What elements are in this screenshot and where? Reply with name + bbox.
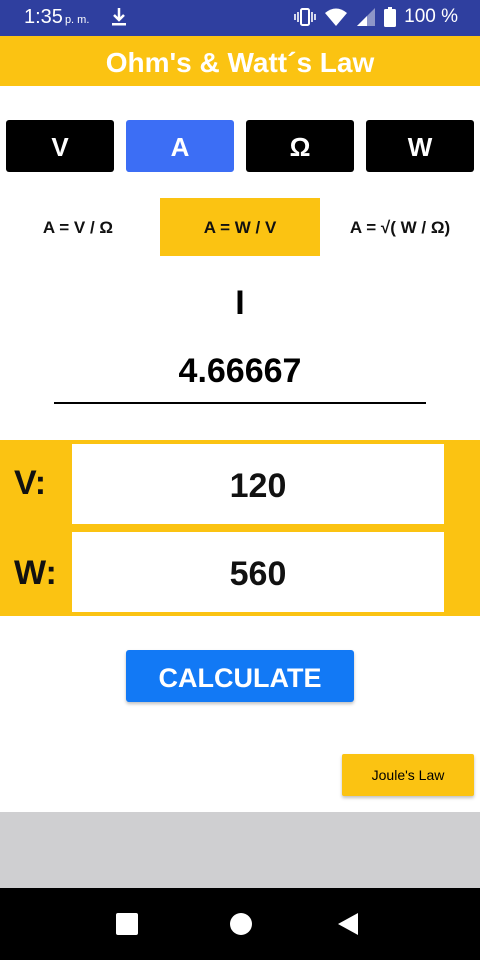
ad-area: [0, 812, 480, 888]
formula-option-w-over-v[interactable]: A = W / V: [160, 198, 320, 256]
download-icon: [110, 7, 128, 32]
formula-option-sqrt-w-over-ohm[interactable]: A = √( W / Ω): [324, 198, 476, 256]
input-panel: V: 120 W: 560: [0, 440, 480, 616]
result-value: 4.66667: [178, 352, 302, 390]
voltage-input[interactable]: 120: [72, 444, 444, 524]
app-title: Ohm's & Watt´s Law: [0, 36, 480, 86]
result-symbol: I: [235, 284, 245, 322]
result-underline: [54, 402, 426, 404]
formula-option-v-over-ohm[interactable]: A = V / Ω: [0, 198, 156, 256]
vibrate-icon: [294, 7, 316, 27]
tab-ohms[interactable]: Ω: [246, 120, 354, 172]
home-icon[interactable]: [230, 913, 252, 935]
battery-icon: [384, 7, 397, 27]
status-ampm: p. m.: [64, 14, 90, 26]
wattage-input[interactable]: 560: [72, 532, 444, 612]
status-bar: 1:35 p. m. 100 %: [0, 0, 480, 36]
tab-watts[interactable]: W: [366, 120, 474, 172]
signal-icon: [356, 7, 376, 27]
wifi-icon: [324, 7, 348, 27]
status-time: 1:35 p. m.: [24, 6, 89, 29]
tab-volts[interactable]: V: [6, 120, 114, 172]
status-icons: 100 %: [294, 6, 458, 28]
tab-amps[interactable]: A: [126, 120, 234, 172]
calculate-button[interactable]: CALCULATE: [126, 650, 354, 702]
status-time-value: 1:35: [24, 6, 63, 28]
wattage-label: W:: [14, 554, 57, 592]
recents-icon[interactable]: [116, 913, 138, 935]
battery-percent: 100 %: [404, 6, 458, 27]
voltage-label: V:: [14, 464, 47, 502]
back-icon[interactable]: [338, 913, 358, 935]
joules-law-button[interactable]: Joule's Law: [342, 754, 474, 796]
